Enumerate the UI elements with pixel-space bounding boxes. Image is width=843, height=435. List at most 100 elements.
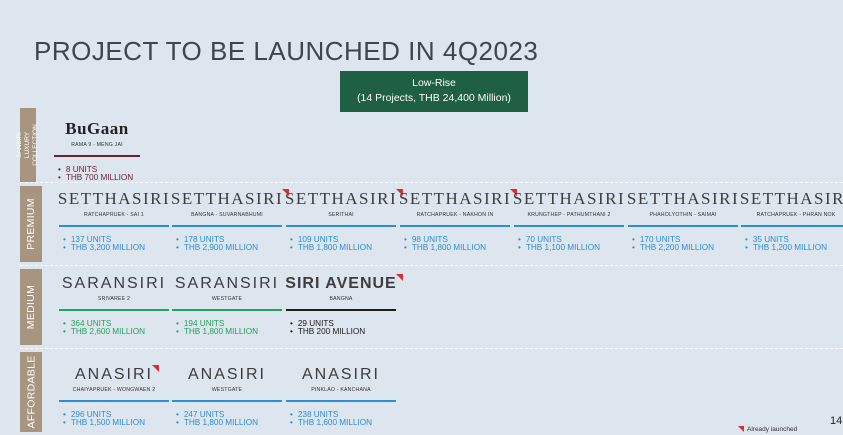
project-rule — [286, 225, 396, 227]
project-rule — [59, 309, 169, 311]
project-location: BANGNA — [329, 296, 353, 302]
project-value: THB 2,600 MILLION — [63, 327, 171, 337]
project-brand: BuGaan — [65, 119, 129, 138]
project-location: RATCHAPRUEK - NAKHON IN — [416, 212, 494, 218]
project-brand: SARANSIRI — [61, 275, 167, 292]
project-card: SETTHASIRI KRUNGTHEP - PATHUMTHANI 2 70 UN… — [512, 190, 626, 253]
project-value: THB 700 MILLION — [58, 173, 142, 183]
project-brand: SETTHASIRI — [171, 189, 290, 208]
divider — [20, 348, 843, 349]
project-stats: 364 UNITSTHB 2,600 MILLION — [63, 319, 171, 338]
project-value: THB 2,200 MILLION — [632, 243, 740, 253]
project-value: THB 1,800 MILLION — [176, 418, 284, 428]
launched-flag-icon — [152, 365, 159, 372]
project-value: THB 1,500 MILLION — [63, 418, 171, 428]
project-location: WESTGATE — [211, 387, 243, 393]
lowrise-label: Low-Rise — [412, 77, 456, 89]
project-rule — [172, 309, 282, 311]
tier-label-medium: MEDIUM — [20, 269, 42, 345]
project-card: BuGaan RAMA 9 - MENG JAI 8 UNITS THB 700… — [52, 120, 142, 183]
project-location: WESTGATE — [211, 296, 243, 302]
project-stats: 137 UNITSTHB 3,200 MILLION — [63, 235, 171, 254]
project-rule — [514, 225, 624, 227]
project-card: SETTHASIRI RATCHAPRUEK - NAKHON IN 98 UNIT… — [398, 189, 518, 254]
project-card: SETTHASIRI RATCHAPRUEK - SAI 1 137 UNITSTH… — [57, 190, 171, 253]
project-card: SETTHASIRI BANGNA - SUVARNABHUMI 178 UNITS… — [170, 189, 290, 254]
project-value: THB 1,600 MILLION — [290, 418, 398, 428]
project-stats: 296 UNITSTHB 1,500 MILLION — [63, 410, 171, 429]
project-location: RATCHAPRUEK - SAI 1 — [84, 212, 144, 218]
project-rule — [59, 225, 169, 227]
project-card: SARANSIRI WESTGATE 194 UNITSTHB 1,800 MILL… — [170, 275, 284, 337]
project-brand: SETTHASIRI — [626, 189, 740, 208]
project-stats: 35 UNITSTHB 1,200 MILLION — [745, 235, 843, 254]
project-rule — [172, 400, 282, 402]
project-brand: SETTHASIRI — [512, 189, 626, 208]
page-number: 14 — [830, 415, 843, 427]
project-card: ANASIRI CHAIYAPRUEK - WONGWAEN 2 296 UNITS… — [57, 365, 171, 429]
project-value: THB 2,900 MILLION — [176, 243, 284, 253]
project-value: THB 1,800 MILLION — [290, 243, 398, 253]
project-brand: SETTHASIRI — [285, 189, 404, 208]
legend-label: Already launched — [747, 426, 798, 433]
project-brand: SETTHASIRI — [739, 189, 843, 208]
project-location: BANGNA - SUVARNABHUMI — [191, 212, 263, 218]
project-brand: ANASIRI — [301, 366, 380, 383]
project-card: SETTHASIRI RATCHAPRUEK - PHRAN NOK 35 UNIT… — [739, 190, 843, 253]
project-rule — [286, 309, 396, 311]
project-card: SIRI AVENUE BANGNA 29 UNITSTHB 200 MILLION — [284, 274, 403, 338]
project-brand: SETTHASIRI — [57, 189, 171, 208]
project-brand: SETTHASIRI — [399, 189, 518, 208]
project-stats: 29 UNITSTHB 200 MILLION — [290, 319, 398, 338]
project-card: SARANSIRI SRIVAREE 2 364 UNITSTHB 2,600 MI… — [57, 275, 171, 337]
lowrise-summary-box: Low-Rise (14 Projects, THB 24,400 Millio… — [340, 71, 528, 112]
project-rule — [741, 225, 843, 227]
project-value: THB 3,200 MILLION — [63, 243, 171, 253]
project-value: THB 1,100 MILLION — [518, 243, 626, 253]
project-card: ANASIRI PINKLAO - KANCHANA 238 UNITSTHB 1,… — [284, 366, 398, 428]
launched-flag-icon — [395, 274, 403, 281]
project-location: KRUNGTHEP - PATHUMTHANI 2 — [527, 212, 611, 218]
project-brand: ANASIRI — [187, 366, 266, 383]
project-rule — [54, 155, 140, 157]
project-stats: 109 UNITSTHB 1,800 MILLION — [290, 235, 398, 254]
divider — [20, 265, 843, 266]
project-stats: 178 UNITSTHB 2,900 MILLION — [176, 235, 284, 254]
project-location: RAMA 9 - MENG JAI — [71, 142, 123, 148]
tier-label-affordable: AFFORDABLE — [20, 352, 42, 432]
project-rule — [59, 400, 169, 402]
launched-flag-icon — [738, 426, 744, 432]
project-stats: 247 UNITSTHB 1,800 MILLION — [176, 410, 284, 429]
project-card: ANASIRI WESTGATE 247 UNITSTHB 1,800 MILLIO… — [170, 366, 284, 428]
project-location: PINKLAO - KANCHANA — [311, 387, 371, 393]
project-stats: 8 UNITS THB 700 MILLION — [58, 165, 142, 184]
project-stats: 70 UNITSTHB 1,100 MILLION — [518, 235, 626, 254]
project-location: PHAHOLYOTHIN - SAIMAI — [649, 212, 717, 218]
project-rule — [400, 225, 510, 227]
project-location: CHAIYAPRUEK - WONGWAEN 2 — [72, 387, 156, 393]
project-stats: 238 UNITSTHB 1,600 MILLION — [290, 410, 398, 429]
project-card: SETTHASIRI PHAHOLYOTHIN - SAIMAI 170 UNITS… — [626, 190, 740, 253]
project-value: THB 1,800 MILLION — [404, 243, 512, 253]
project-card: SETTHASIRI SERITHAI 109 UNITSTHB 1,800 MIL… — [284, 189, 404, 254]
project-stats: 170 UNITSTHB 2,200 MILLION — [632, 235, 740, 254]
legend: Already launched — [738, 426, 797, 433]
divider — [20, 182, 843, 183]
project-value: THB 1,200 MILLION — [745, 243, 843, 253]
project-brand: SARANSIRI — [174, 275, 280, 292]
project-brand: ANASIRI — [75, 365, 159, 384]
project-value: THB 200 MILLION — [290, 327, 398, 337]
project-location: SRIVAREE 2 — [97, 296, 131, 302]
project-value: THB 1,800 MILLION — [176, 327, 284, 337]
lowrise-summary: (14 Projects, THB 24,400 Million) — [357, 92, 511, 104]
tier-label-luxury: SANSIRI LUXURY COLLECTION — [16, 108, 39, 182]
project-stats: 194 UNITSTHB 1,800 MILLION — [176, 319, 284, 338]
project-rule — [286, 400, 396, 402]
project-location: RATCHAPRUEK - PHRAN NOK — [756, 212, 836, 218]
project-location: SERITHAI — [328, 212, 354, 218]
project-rule — [628, 225, 738, 227]
page-title: PROJECT TO BE LAUNCHED IN 4Q2023 — [34, 36, 539, 66]
tier-label-premium: PREMIUM — [20, 186, 42, 262]
project-stats: 98 UNITSTHB 1,800 MILLION — [404, 235, 512, 254]
project-brand: SIRI AVENUE — [285, 274, 403, 293]
